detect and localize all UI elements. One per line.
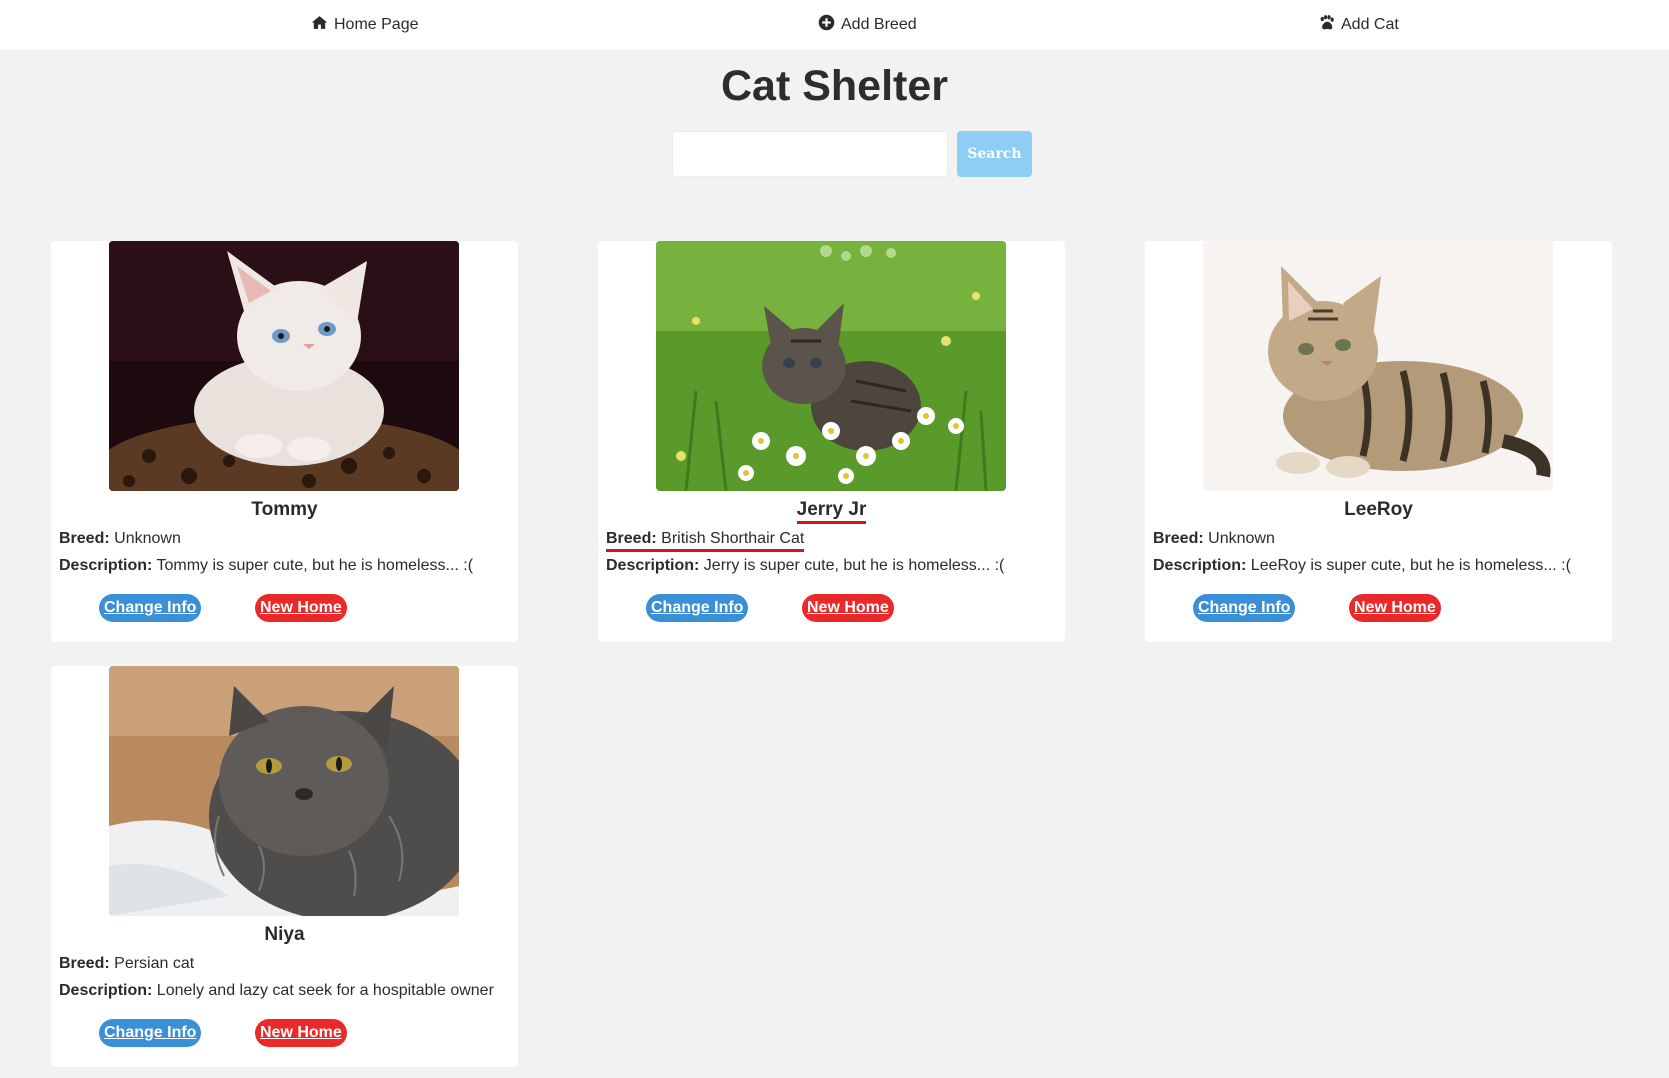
nav-add-cat-label: Add Cat (1341, 16, 1399, 33)
breed-label: Breed: (606, 530, 657, 547)
change-info-button[interactable]: Change Info (646, 594, 749, 622)
nav-home-label: Home Page (334, 16, 419, 33)
cat-breed: Breed: British Shorthair Cat (606, 530, 805, 552)
change-info-button[interactable]: Change Info (1193, 594, 1296, 622)
cat-name: LeeRoy (1344, 499, 1413, 520)
description-value: Lonely and lazy cat seek for a hospitabl… (156, 982, 494, 999)
description-value: LeeRoy is super cute, but he is homeless… (1250, 557, 1571, 574)
nav-add-cat-link[interactable]: Add Cat (1318, 0, 1399, 50)
cat-description: Description: Lonely and lazy cat seek fo… (59, 982, 494, 1000)
cat-name: Tommy (251, 499, 318, 520)
cat-name: Jerry Jr (598, 499, 1065, 524)
cat-name: Niya (264, 924, 305, 945)
nav-home-link[interactable]: Home Page (311, 0, 419, 50)
cat-card-jerry-jr: Jerry Jr Breed: British Shorthair Cat De… (598, 241, 1065, 642)
home-icon (311, 14, 328, 36)
description-label: Description: (1153, 557, 1247, 574)
breed-value: British Shorthair Cat (661, 530, 805, 547)
new-home-button[interactable]: New Home (802, 594, 894, 622)
breed-label: Breed: (1153, 530, 1204, 547)
cat-card-leeroy: LeeRoy Breed: Unknown Description: LeeRo… (1145, 241, 1612, 642)
search-button[interactable]: Search (957, 131, 1032, 177)
cat-card-tommy: Tommy Breed: Unknown Description: Tommy … (51, 241, 518, 642)
white-kitten-photo (109, 241, 459, 491)
nav-add-breed-link[interactable]: Add Breed (818, 0, 917, 50)
gray-persian-cat-photo (109, 666, 459, 916)
paw-icon (1318, 14, 1335, 36)
nav-add-breed-label: Add Breed (841, 16, 917, 33)
cat-breed: Breed: Unknown (59, 530, 181, 548)
description-label: Description: (59, 982, 153, 999)
cat-description: Description: Jerry is super cute, but he… (606, 557, 1004, 575)
description-value: Tommy is super cute, but he is homeless.… (156, 557, 474, 574)
search-input[interactable] (672, 131, 948, 177)
new-home-button[interactable]: New Home (255, 1019, 347, 1047)
breed-label: Breed: (59, 955, 110, 972)
new-home-button[interactable]: New Home (1349, 594, 1441, 622)
breed-value: Unknown (114, 530, 181, 547)
tabby-kitten-in-grass-photo (656, 241, 1006, 491)
cat-breed: Breed: Unknown (1153, 530, 1275, 548)
top-navbar: Home Page Add Breed Add Cat (0, 0, 1669, 50)
change-info-button[interactable]: Change Info (99, 1019, 202, 1047)
change-info-button[interactable]: Change Info (99, 594, 202, 622)
plus-circle-icon (818, 14, 835, 36)
cat-card-niya: Niya Breed: Persian cat Description: Lon… (51, 666, 518, 1067)
page-title: Cat Shelter (720, 62, 948, 110)
description-label: Description: (606, 557, 700, 574)
description-value: Jerry is super cute, but he is homeless.… (703, 557, 1005, 574)
striped-kitten-lying-photo (1203, 241, 1553, 491)
breed-value: Persian cat (114, 955, 195, 972)
description-label: Description: (59, 557, 153, 574)
breed-label: Breed: (59, 530, 110, 547)
breed-value: Unknown (1208, 530, 1275, 547)
cat-description: Description: Tommy is super cute, but he… (59, 557, 473, 575)
cat-name-text: Jerry Jr (796, 499, 867, 524)
cat-description: Description: LeeRoy is super cute, but h… (1153, 557, 1571, 575)
cat-breed: Breed: Persian cat (59, 955, 194, 973)
new-home-button[interactable]: New Home (255, 594, 347, 622)
